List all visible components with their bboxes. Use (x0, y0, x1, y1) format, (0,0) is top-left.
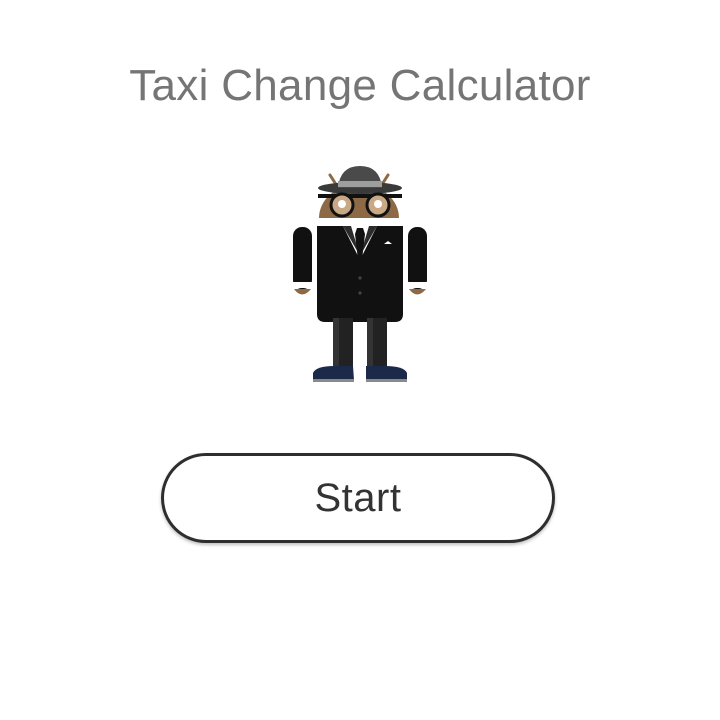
start-button-label: Start (314, 475, 402, 520)
start-button[interactable]: Start (161, 453, 555, 543)
android-gangster-mascot-icon (280, 160, 440, 392)
main-screen: Taxi Change Calculator Start (0, 0, 720, 720)
app-title: Taxi Change Calculator (129, 61, 591, 110)
